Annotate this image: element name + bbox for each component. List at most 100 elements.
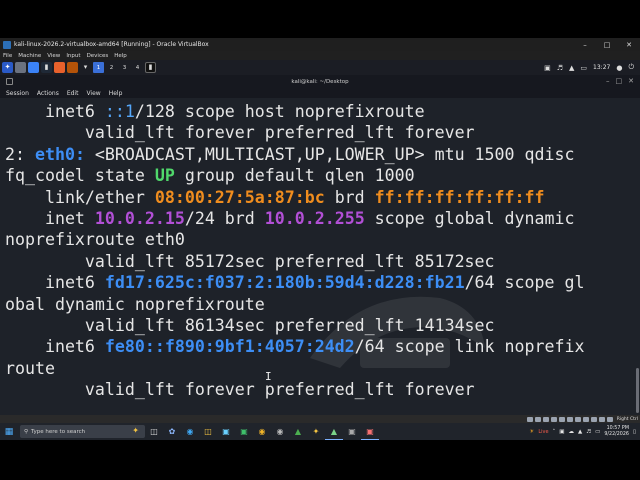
tray-chevron-up-icon[interactable]: ˄ xyxy=(553,429,556,435)
workspace-2[interactable]: 2 xyxy=(106,62,117,73)
tray-app-icon[interactable]: ▣ xyxy=(559,429,564,435)
terminal-segment: inet6 xyxy=(5,102,105,121)
terminal-segment: fd17:625c:f037:2:180b:59d4:d228:fb21 xyxy=(104,273,465,293)
tray-cloud-icon[interactable]: ☁ xyxy=(568,429,574,435)
terminal-segment: inet6 xyxy=(5,273,105,293)
terminal-line: obal dynamic noprefixroute xyxy=(5,294,584,315)
close-button[interactable]: ✕ xyxy=(618,41,640,49)
maximize-button[interactable]: □ xyxy=(596,41,618,49)
terminal-segment: valid_lft 86134sec preferred_lft 14134se… xyxy=(5,315,495,335)
shared-folders-icon[interactable] xyxy=(566,416,573,422)
terminal-minimize-icon[interactable]: – xyxy=(606,77,610,85)
terminal-scrollbar[interactable] xyxy=(636,368,639,413)
usb-icon[interactable] xyxy=(558,416,565,422)
virtualbox-taskbar-icon[interactable]: ▣ xyxy=(361,423,379,440)
terminal-menu-actions[interactable]: Actions xyxy=(37,90,59,97)
system-tray: ☀ Live ˄ ▣ ☁ ▲ ♬ ▭ 10:57 PM 9/22/2026 ▯ xyxy=(529,426,640,438)
google-drive-icon[interactable]: ▲ xyxy=(289,423,307,440)
terminal-segment: UP xyxy=(154,166,175,186)
chrome-icon[interactable]: ◉ xyxy=(253,423,271,440)
minimize-button[interactable]: – xyxy=(574,41,596,49)
recording-icon[interactable] xyxy=(582,416,589,422)
terminal-menu-edit[interactable]: Edit xyxy=(67,90,79,97)
optical-drive-icon[interactable] xyxy=(534,416,541,422)
workspace-3[interactable]: 3 xyxy=(119,62,130,73)
terminal-segment: valid_lft forever preferred_lft forever xyxy=(5,380,475,400)
terminal-line: inet6 fe80::f890:9bf1:4057:24d2/64 scope… xyxy=(5,336,585,357)
battery-icon[interactable]: ▭ xyxy=(580,64,587,72)
pinned-app-icon-2[interactable]: ▣ xyxy=(343,423,361,440)
speaker-icon[interactable]: ♬ xyxy=(586,429,591,435)
vbox-menu-view[interactable]: View xyxy=(47,53,60,59)
vscode-icon[interactable]: ▲ xyxy=(325,423,343,440)
terminal-maximize-icon[interactable]: □ xyxy=(616,77,623,85)
terminal-segment: fq_codel state xyxy=(5,166,155,186)
file-manager-icon[interactable] xyxy=(28,62,39,73)
terminal-launcher-icon[interactable]: ▮ xyxy=(41,62,52,73)
workspace-4[interactable]: 4 xyxy=(132,62,143,73)
notifications-icon[interactable]: ▯ xyxy=(633,429,636,435)
terminal-menu-view[interactable]: View xyxy=(86,90,100,97)
vbox-menu-file[interactable]: File xyxy=(3,53,12,59)
host-key-label[interactable]: Right Ctrl xyxy=(617,417,638,422)
taskbar-clock[interactable]: 10:57 PM 9/22/2026 xyxy=(604,426,629,438)
terminal-close-icon[interactable]: ✕ xyxy=(628,77,634,85)
terminal-output-area[interactable]: inet6 ::1/128 scope host noprefixroute v… xyxy=(0,98,640,415)
metasploit-icon[interactable] xyxy=(67,62,78,73)
audio-icon[interactable] xyxy=(542,416,549,422)
terminal-line: noprefixroute eth0 xyxy=(5,229,584,250)
terminal-line: inet6 fd17:625c:f037:2:180b:59d4:d228:fb… xyxy=(5,272,585,293)
screen: kali-linux-2026.2-virtualbox-amd64 [Runn… xyxy=(0,0,640,480)
edge-icon[interactable]: ◉ xyxy=(181,423,199,440)
windows-start-icon[interactable]: ▦ xyxy=(0,423,18,440)
terminal-title: kali@kali: ~/Desktop xyxy=(291,78,349,85)
terminal-window-buttons: – □ ✕ xyxy=(606,77,634,85)
live-badge[interactable]: Live xyxy=(538,429,548,435)
terminal-menu-session[interactable]: Session xyxy=(6,90,29,97)
hard-disk-icon[interactable] xyxy=(526,416,533,422)
firefox-icon[interactable] xyxy=(54,62,65,73)
screen-icon[interactable]: ▣ xyxy=(544,64,551,72)
terminal-segment: /24 brd xyxy=(184,208,265,228)
mouse-integration-icon[interactable] xyxy=(598,416,605,422)
obs-icon[interactable]: ◉ xyxy=(271,423,289,440)
pinned-app-icon[interactable]: ✦ xyxy=(307,423,325,440)
vbox-menu-input[interactable]: Input xyxy=(66,53,80,59)
power-icon[interactable]: ⏻ xyxy=(628,63,634,72)
chevron-down-icon[interactable]: ▾ xyxy=(80,62,91,73)
terminal-text: inet6 ::1/128 scope host noprefixroute v… xyxy=(5,101,584,400)
notification-bell-icon[interactable]: ▲ xyxy=(569,64,574,72)
terminal-line: inet 10.0.2.15/24 brd 10.0.2.255 scope g… xyxy=(5,208,584,229)
volume-icon[interactable]: ♬ xyxy=(557,64,563,72)
network-icon[interactable] xyxy=(550,416,557,422)
terminal-line: valid_lft forever preferred_lft forever xyxy=(5,122,584,143)
terminal-segment: obal dynamic noprefixroute xyxy=(5,294,265,314)
terminal-segment: 10.0.2.255 xyxy=(264,208,365,228)
panel-clock[interactable]: 13:27 xyxy=(593,64,610,71)
terminal-segment: valid_lft forever preferred_lft forever xyxy=(5,123,475,143)
keyboard-icon[interactable] xyxy=(606,416,613,422)
excel-icon[interactable]: ▣ xyxy=(235,423,253,440)
copilot-icon[interactable]: ✿ xyxy=(163,423,181,440)
terminal-menu-help[interactable]: Help xyxy=(109,90,123,97)
lock-icon[interactable]: ● xyxy=(616,64,622,72)
terminal-segment: link/ether xyxy=(5,187,155,207)
terminal-task-icon[interactable]: ▮ xyxy=(145,62,156,73)
vbox-menu-devices[interactable]: Devices xyxy=(87,53,109,59)
terminal-segment: /64 scope gl xyxy=(464,273,585,293)
vbox-menu-machine[interactable]: Machine xyxy=(18,53,41,59)
store-icon[interactable]: ▣ xyxy=(217,423,235,440)
battery-tray-icon[interactable]: ▭ xyxy=(595,429,600,435)
kali-menu-icon[interactable]: ✦ xyxy=(2,62,13,73)
taskbar-search-box[interactable]: ⚲ Type here to search ✦ xyxy=(20,425,145,438)
display-icon[interactable] xyxy=(574,416,581,422)
wifi-icon[interactable]: ▲ xyxy=(578,429,582,435)
file-explorer-icon[interactable]: ◫ xyxy=(199,423,217,440)
terminal-segment: <BROADCAST,MULTICAST,UP,LOWER_UP> mtu 15… xyxy=(84,144,575,164)
workspace-1[interactable]: 1 xyxy=(93,62,104,73)
show-desktop-icon[interactable] xyxy=(15,62,26,73)
weather-icon[interactable]: ☀ xyxy=(529,429,534,435)
vbox-menu-help[interactable]: Help xyxy=(114,53,127,59)
task-view-icon[interactable]: ◫ xyxy=(145,423,163,440)
cpu-icon[interactable] xyxy=(590,416,597,422)
